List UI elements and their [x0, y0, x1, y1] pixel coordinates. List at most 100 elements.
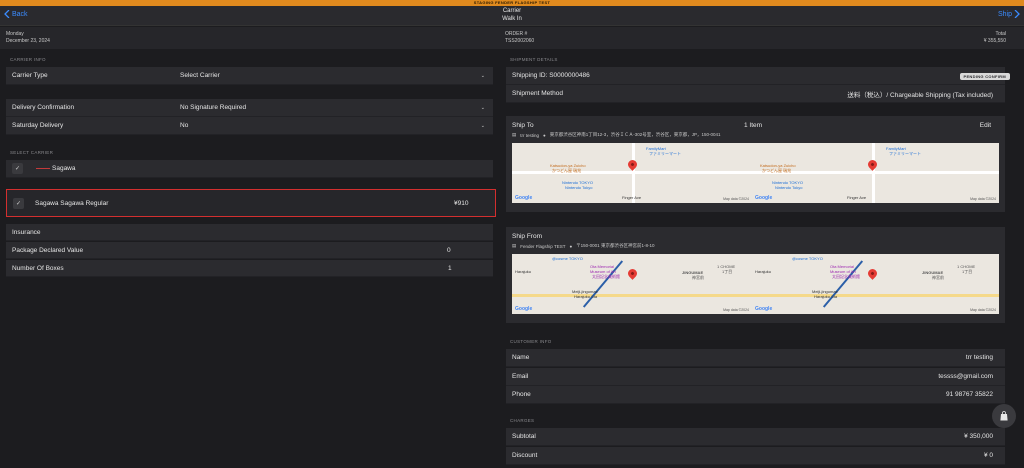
carrier-type-select[interactable]: Carrier Type Select Carrier ⌄ [6, 67, 493, 85]
package-declared-row[interactable]: Package Declared Value 0 [6, 242, 493, 259]
map-poi: Harajuku Sta [574, 294, 598, 299]
page-subtitle: Walk In [502, 16, 522, 22]
map-street: Finger Ave [847, 195, 867, 200]
shipment-method-label: Shipment Method [512, 90, 563, 97]
discount-label: Discount [512, 452, 538, 459]
map-poi: 太田記念美術館 [592, 274, 620, 279]
ship-to-map-2[interactable]: Katsudon-ya Zuicho かつどん屋 瑞兆 Nintendo TOK… [752, 143, 999, 203]
shipment-details-label: SHIPMENT DETAILS [510, 57, 558, 62]
customer-phone-row: Phone 91 98767 35822 [506, 386, 1005, 404]
map-poi: @cosme TOKYO [792, 256, 823, 261]
map-poi: かつどん屋 瑞兆 [762, 168, 792, 173]
map-poi: 太田記念美術館 [832, 274, 860, 279]
order-number-label: ORDER # [505, 31, 528, 37]
carrier-info-label: CARRIER INFO [10, 57, 46, 62]
chevron-down-icon: ⌄ [480, 72, 485, 79]
checkmark-icon[interactable]: ✓ [12, 163, 23, 174]
map-area: 1丁目 [962, 269, 973, 274]
map-pin-icon: ● [569, 243, 573, 249]
ship-to-name: trr testing [520, 132, 540, 138]
map-poi: Harajuku Sta [814, 294, 838, 299]
map-area: 1丁目 [722, 269, 733, 274]
map-data-credit: Map data ©2024 [970, 197, 996, 201]
subtotal-value: ¥ 350,000 [964, 433, 993, 440]
google-logo: Google [515, 195, 533, 201]
map-poi: Nintendo Tokyo [565, 185, 593, 190]
ship-to-address: 東京都渋谷区神南1丁目12-3，渋谷ＩＣＡ-302号室，渋谷区，東京都，JP，1… [549, 132, 721, 137]
map-street: Finger Ave [622, 195, 642, 200]
map-area: 神宮前 [692, 275, 704, 280]
map-area: 神宮前 [932, 275, 944, 280]
customer-name-value: trr testing [965, 354, 993, 361]
customer-info-label: CUSTOMER INFO [510, 339, 552, 344]
carrier-option-sagawa[interactable]: ✓ Sagawa [6, 160, 493, 178]
ship-to-map-1[interactable]: Katsudon-ya Zuicho かつどん屋 瑞兆 Nintendo TOK… [512, 143, 752, 203]
map-pin-icon [866, 267, 879, 280]
edit-button[interactable]: Edit [980, 122, 991, 129]
map-poi: ファミリーマート [649, 151, 681, 156]
map-pin-icon [626, 158, 639, 171]
ship-button[interactable]: Ship [998, 10, 1020, 18]
delivery-confirmation-label: Delivery Confirmation [12, 104, 75, 111]
order-date: December 23, 2024 [6, 38, 50, 44]
order-number: TSS2002060 [505, 38, 535, 44]
map-poi: かつどん屋 瑞兆 [552, 168, 582, 173]
customer-name-row: Name trr testing [506, 349, 1005, 367]
number-of-boxes-value[interactable]: 1 [448, 265, 452, 272]
map-poi: Harajuku [755, 269, 772, 274]
ship-from-map-2[interactable]: @cosme TOKYO Ota Memorial Museum of Art … [752, 254, 999, 314]
map-poi: Harajuku [515, 269, 532, 274]
number-of-boxes-row[interactable]: Number Of Boxes 1 [6, 260, 493, 277]
shipment-method-row: Shipment Method 送料（税込）/ Chargeable Shipp… [506, 85, 1005, 103]
shipping-id-row: Shipping ID: S0000000486 [506, 67, 1005, 85]
customer-email-value: tessss@gmail.com [938, 373, 993, 380]
carrier-name: Sagawa [52, 165, 76, 172]
ship-from-map-1[interactable]: @cosme TOKYO Ota Memorial Museum of Art … [512, 254, 752, 314]
ship-from-title: Ship From [512, 233, 542, 240]
insurance-title: Insurance [12, 228, 41, 236]
google-logo: Google [755, 195, 773, 201]
map-poi: Nintendo Tokyo [775, 185, 803, 190]
ship-label: Ship [997, 10, 1012, 18]
id-card-icon: ▤ [512, 132, 517, 137]
order-info-bar: Monday December 23, 2024 ORDER # TSS2002… [0, 27, 1024, 49]
status-badge: PENDING CONFIRM [959, 73, 1010, 80]
service-price: ¥910 [454, 199, 469, 207]
number-of-boxes-label: Number Of Boxes [12, 264, 64, 272]
saturday-delivery-select[interactable]: Saturday Delivery No ⌄ [6, 117, 493, 135]
charges-label: CHARGES [510, 418, 535, 423]
package-declared-value[interactable]: 0 [447, 247, 451, 254]
total-value: ¥ 355,550 [983, 38, 1006, 44]
page-title: Carrier [502, 8, 522, 14]
ship-from-address: 〒150-0001 東京都渋谷区神宮前1-8-10 [576, 243, 655, 248]
checkmark-icon[interactable]: ✓ [13, 197, 24, 209]
ship-to-title: Ship To [512, 122, 534, 129]
map-data-credit: Map data ©2024 [723, 308, 749, 312]
delivery-confirmation-select[interactable]: Delivery Confirmation No Signature Requi… [6, 99, 493, 117]
insurance-row: Insurance [6, 224, 493, 241]
map-poi: @cosme TOKYO [552, 256, 583, 261]
shipping-id: Shipping ID: S0000000486 [512, 72, 590, 79]
subtotal-label: Subtotal [512, 433, 536, 440]
saturday-delivery-value: No [180, 122, 189, 129]
id-card-icon: ▤ [512, 243, 517, 248]
chevron-right-icon [1014, 10, 1020, 18]
subtotal-row: Subtotal ¥ 350,000 [506, 428, 1005, 446]
select-carrier-label: SELECT CARRIER [10, 150, 54, 155]
carrier-type-label: Carrier Type [12, 72, 48, 79]
discount-value: ¥ 0 [983, 452, 993, 459]
carrier-service-option[interactable]: ✓ Sagawa Sagawa Regular ¥910 [6, 189, 496, 217]
discount-row: Discount ¥ 0 [506, 447, 1005, 465]
cart-button[interactable] [992, 404, 1016, 428]
map-data-credit: Map data ©2024 [970, 308, 996, 312]
google-logo: Google [515, 306, 533, 312]
ship-to-panel: Ship To 1 Item Edit ▤ trr testing ● 東京都渋… [506, 116, 1005, 212]
navigation-bar: Back Carrier Walk In Ship [0, 6, 1024, 26]
saturday-delivery-label: Saturday Delivery [12, 122, 64, 129]
total-label: Total [995, 31, 1006, 37]
delivery-confirmation-value: No Signature Required [180, 104, 247, 111]
customer-phone-value: 91 98767 35822 [946, 391, 993, 398]
customer-name-label: Name [512, 354, 530, 361]
chevron-down-icon: ⌄ [480, 104, 485, 111]
chevron-down-icon: ⌄ [480, 122, 485, 129]
